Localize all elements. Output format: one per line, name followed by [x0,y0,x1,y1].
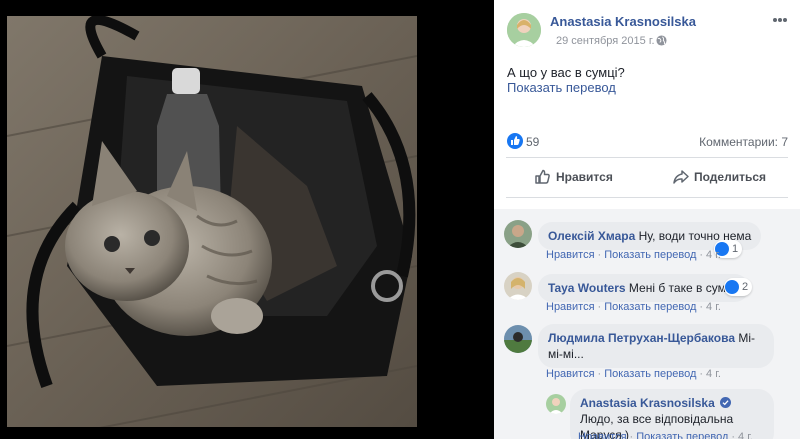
author-avatar[interactable] [507,13,541,47]
post-text: А що у вас в сумці? [507,65,625,80]
comment-actions: Нравится · Показать перевод · 4 г. [546,368,721,380]
reaction-count: 2 [742,281,749,293]
comment-bubble: Taya Wouters Мені б таке в сумці) [538,274,750,302]
comment-actions: Нравится · Показать перевод · 4 г. [546,301,721,313]
like-count[interactable]: 59 [526,135,539,149]
divider [506,197,788,198]
divider [506,157,788,158]
comment-age[interactable]: 4 г. [706,249,721,261]
show-translation-link[interactable]: Показать перевод [507,80,616,95]
thumbs-up-icon [535,169,550,184]
comment-like-link[interactable]: Нравится [546,301,595,313]
reaction-count: 1 [732,243,739,255]
reply-age[interactable]: 4 г. [738,431,753,439]
share-button[interactable]: Поделиться [672,167,792,187]
comment-translate-link[interactable]: Показать перевод [604,249,696,261]
post-date[interactable]: 29 сентября 2015 г. [556,35,655,47]
reply-avatar[interactable] [546,394,566,414]
comment-text: Мені б таке в сумці) [628,281,740,295]
like-button-label: Нравится [556,170,613,184]
comment-translate-link[interactable]: Показать перевод [604,301,696,313]
commenter-name[interactable]: Taya Wouters [548,281,626,295]
reply-like-link[interactable]: Нравится [578,431,627,439]
more-options-icon[interactable] [770,10,790,30]
comment-actions: Нравится · Показать перевод · 4 г. [546,249,721,261]
globe-icon [656,35,667,46]
comments-count[interactable]: Комментарии: 7 [699,135,788,149]
reply-actions: Нравится · Показать перевод · 4 г. [578,431,753,439]
share-icon [673,170,689,184]
share-button-label: Поделиться [694,170,767,184]
commenter-avatar[interactable] [504,272,532,300]
commenter-name[interactable]: Олексій Хмара [548,229,635,243]
like-button[interactable]: Нравится [534,167,644,187]
commenter-name[interactable]: Людмила Петрухан-Щербакова [548,331,735,345]
like-reaction-icon [725,280,739,294]
comment-reaction-count[interactable]: 2 [724,278,753,296]
like-reaction-icon[interactable] [507,133,523,149]
reply-author-name[interactable]: Anastasia Krasnosilska [580,396,715,410]
kitten-in-bag-image [7,16,417,427]
comment-translate-link[interactable]: Показать перевод [604,368,696,380]
reply-translate-link[interactable]: Показать перевод [636,431,728,439]
photo-viewer [0,0,494,439]
commenter-avatar[interactable] [504,220,532,248]
comment-bubble: Людмила Петрухан-Щербакова Мі-мі-мі... [538,324,774,368]
comment-age[interactable]: 4 г. [706,301,721,313]
comment-like-link[interactable]: Нравится [546,249,595,261]
post-photo[interactable] [7,16,417,427]
post-panel: Anastasia Krasnosilska 29 сентября 2015 … [494,0,800,439]
verified-badge-icon [720,397,732,408]
comment-age[interactable]: 4 г. [706,368,721,380]
comments-list: Олексій Хмара Ну, води точно нема 1 Нрав… [494,209,800,439]
author-name[interactable]: Anastasia Krasnosilska [550,14,696,29]
comment-like-link[interactable]: Нравится [546,368,595,380]
commenter-avatar[interactable] [504,325,532,353]
